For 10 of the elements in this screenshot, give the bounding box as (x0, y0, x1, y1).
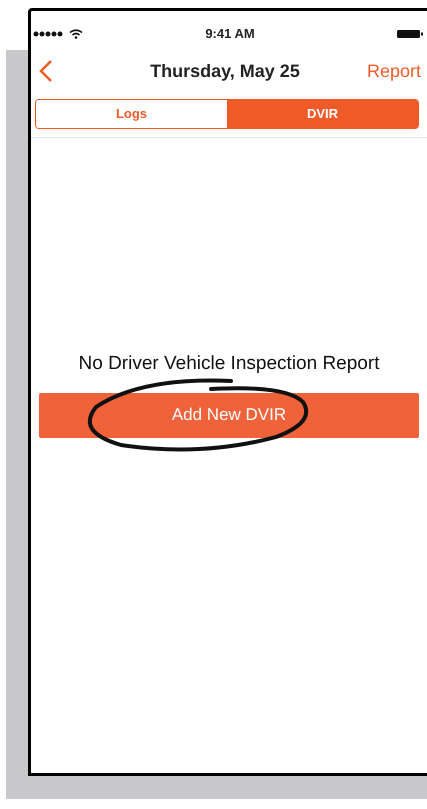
empty-message: No Driver Vehicle Inspection Report (78, 352, 380, 376)
add-dvir-button[interactable]: Add New DVIR (39, 392, 419, 438)
signal-icon (33, 31, 63, 37)
segment-tab[interactable]: DVIR (227, 100, 418, 128)
report-button[interactable]: Report (366, 58, 421, 84)
status-time: 9:41 AM (205, 25, 255, 44)
battery-icon (397, 29, 423, 39)
back-icon (39, 59, 53, 83)
nav-title: Thursday, May 25 (150, 60, 300, 83)
wifi-icon (69, 29, 83, 39)
